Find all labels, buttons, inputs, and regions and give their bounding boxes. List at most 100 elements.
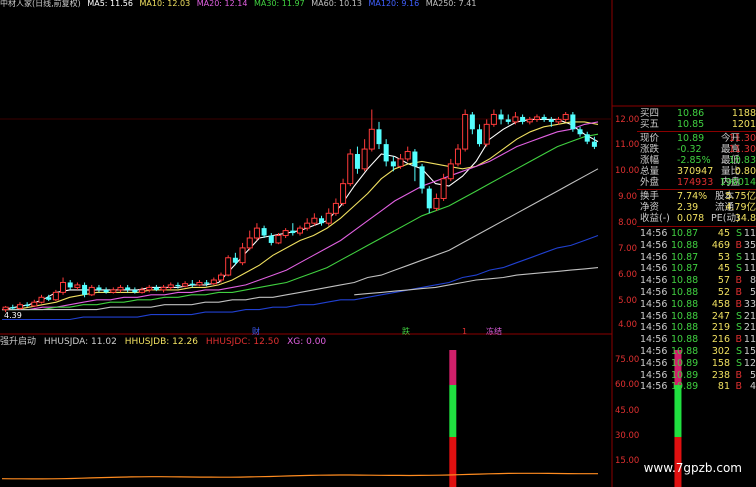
trade-volume: 216 bbox=[711, 334, 730, 346]
trade-count: 5 bbox=[749, 369, 756, 381]
trade-volume: 302 bbox=[711, 345, 730, 357]
trade-volume: 52 bbox=[717, 286, 730, 298]
trade-count: 33 bbox=[743, 298, 756, 310]
indicator-value-xg: XG: 0.00 bbox=[287, 337, 327, 347]
quote-panel: 买四 10.86 1188 买五 10.85 1201 现价 10.89 今开 … bbox=[637, 108, 756, 393]
event-marker[interactable]: 1 bbox=[462, 327, 467, 337]
ma10-label: MA10: 12.03 bbox=[139, 0, 191, 8]
candle-body bbox=[577, 129, 583, 135]
candle-body bbox=[347, 153, 354, 185]
ma120-label: MA120: 9.16 bbox=[368, 0, 420, 8]
candle-body bbox=[46, 297, 52, 300]
candle-body bbox=[153, 287, 159, 290]
price-tick: 9.00 bbox=[618, 192, 637, 202]
candle-body bbox=[325, 212, 332, 224]
trade-count: 15 bbox=[743, 345, 756, 357]
stat-value: 2.39 bbox=[677, 202, 699, 213]
trade-price: 10.88 bbox=[671, 286, 699, 298]
candle-body bbox=[383, 144, 389, 162]
trade-row: 14:56 10.89 81 B 4 bbox=[637, 381, 756, 393]
candle-body bbox=[533, 116, 540, 120]
stat-row: 外盘 174933 内盘 196014 bbox=[637, 177, 756, 188]
trade-side: B bbox=[735, 298, 742, 310]
stat-value: -0.32 bbox=[677, 144, 702, 155]
trade-row: 14:56 10.87 45 S 11 bbox=[637, 263, 756, 275]
trade-price: 10.87 bbox=[671, 228, 699, 239]
trade-time: 14:56 bbox=[640, 322, 668, 334]
candle-body bbox=[454, 148, 461, 165]
indicator-name[interactable]: 强升启动 bbox=[0, 337, 36, 347]
trade-row: 14:56 10.89 238 B 5 bbox=[637, 370, 756, 382]
candle-body bbox=[332, 202, 339, 214]
candle-body bbox=[96, 287, 102, 290]
trade-count: 5 bbox=[749, 286, 756, 298]
bid-volume: 1201 bbox=[731, 119, 756, 130]
indicator-tick: 15.00 bbox=[615, 456, 640, 466]
candle-body bbox=[2, 306, 9, 311]
trade-count: 8 bbox=[749, 275, 756, 287]
event-marker[interactable]: 财 bbox=[252, 327, 260, 337]
trade-volume: 45 bbox=[717, 263, 730, 275]
trade-price: 10.88 bbox=[671, 310, 699, 322]
trade-count: 35 bbox=[743, 239, 756, 251]
trade-volume: 45 bbox=[717, 228, 730, 239]
bid-price: 10.86 bbox=[677, 108, 705, 119]
event-marker[interactable]: 跌 bbox=[402, 327, 410, 337]
stat-value: 10.83 bbox=[728, 155, 756, 166]
event-marker[interactable]: 冻结 bbox=[486, 327, 502, 337]
stat-row: 现价 10.89 今开 11.30 bbox=[637, 133, 756, 144]
candle-body bbox=[340, 183, 347, 204]
stat-row: 净资 2.39 流通 4.79亿 bbox=[637, 202, 756, 213]
stat-label: 换手 bbox=[640, 191, 660, 202]
trade-side: B bbox=[735, 334, 742, 346]
stat-value: 11.30 bbox=[728, 133, 756, 144]
candle-body bbox=[246, 237, 253, 249]
trade-row: 14:56 10.87 45 S 11 bbox=[637, 228, 756, 240]
signal-bar-top bbox=[449, 350, 457, 385]
indicator-tick: 45.00 bbox=[615, 406, 640, 416]
trade-row: 14:56 10.88 247 S 21 bbox=[637, 311, 756, 323]
candle-body bbox=[204, 282, 210, 284]
indicator-orange-line bbox=[1, 472, 598, 480]
trade-volume: 247 bbox=[711, 310, 730, 322]
ma-line-ma10 bbox=[2, 121, 599, 311]
indicator-header: 强升启动 HHUSJDA: 11.02 HHUSJDB: 12.26 HHUSJ… bbox=[0, 337, 331, 348]
candle-body bbox=[526, 118, 533, 123]
price-tick: 4.00 bbox=[618, 320, 637, 330]
candle-body bbox=[469, 114, 475, 130]
trade-side: S bbox=[735, 263, 742, 275]
trade-price: 10.88 bbox=[671, 322, 699, 334]
trade-side: S bbox=[735, 357, 742, 369]
stat-label: 涨幅 bbox=[640, 155, 660, 166]
stat-value: 0.078 bbox=[677, 213, 705, 224]
candle-body bbox=[88, 286, 95, 296]
trade-side: B bbox=[735, 381, 742, 393]
trade-side: S bbox=[735, 322, 742, 334]
candle-body bbox=[404, 151, 411, 160]
trade-volume: 53 bbox=[717, 251, 730, 263]
trade-price: 10.88 bbox=[671, 239, 699, 251]
candle-body bbox=[304, 222, 311, 229]
stat-label: 净资 bbox=[640, 202, 660, 213]
trade-time: 14:56 bbox=[640, 345, 668, 357]
trade-side: S bbox=[735, 310, 742, 322]
trade-list[interactable]: 14:56 10.87 45 S 11 14:56 10.88 469 B 35 14:56 10.8… bbox=[637, 228, 756, 393]
trade-side: B bbox=[735, 239, 742, 251]
trade-count: 12 bbox=[743, 357, 756, 369]
candle-body bbox=[239, 247, 246, 264]
candle-body bbox=[261, 228, 267, 236]
stat-row: 换手 7.74% 股本 5.75亿 bbox=[637, 191, 756, 202]
trade-price: 10.89 bbox=[671, 369, 699, 381]
candle-body bbox=[225, 257, 232, 276]
candle-body bbox=[584, 134, 590, 142]
candle-body bbox=[433, 197, 440, 209]
indicator-value-a: HHUSJDA: 11.02 bbox=[43, 337, 117, 347]
trade-row: 14:56 10.87 53 S 11 bbox=[637, 252, 756, 264]
stat-value: 10.89 bbox=[677, 133, 705, 144]
candle-body bbox=[210, 279, 217, 285]
ma20-label: MA20: 12.14 bbox=[196, 0, 248, 8]
candle-body bbox=[562, 113, 569, 120]
trade-count: 11 bbox=[743, 228, 756, 239]
indicator-tick: 30.00 bbox=[615, 431, 640, 441]
candle-body bbox=[217, 274, 225, 281]
